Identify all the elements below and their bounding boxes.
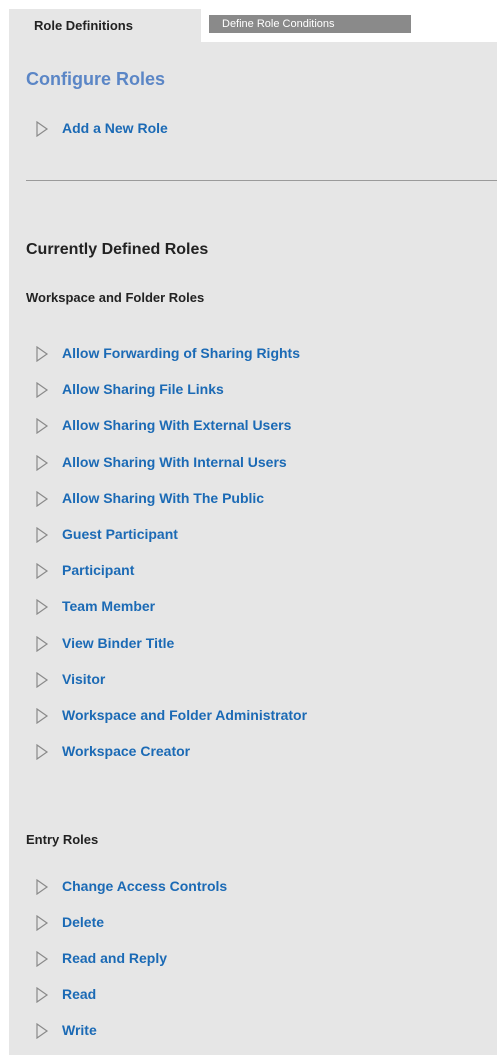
workspace-role-label: Allow Sharing With The Public: [62, 489, 265, 506]
expand-triangle-icon: [36, 563, 49, 580]
entry-role-label: Delete: [62, 914, 105, 930]
roles-panel: Configure Roles Add a New Role Currently…: [9, 42, 497, 1055]
entry-roles-heading: Entry Roles: [26, 832, 99, 847]
expand-triangle-icon: [36, 382, 49, 399]
workspace-role-label: Allow Sharing With External Users: [62, 417, 292, 434]
expand-triangle-icon: [36, 599, 49, 616]
expand-triangle-icon: [36, 987, 49, 1003]
workspace-role-label: Team Member: [62, 598, 156, 615]
divider: [26, 180, 497, 181]
workspace-role-label: View Binder Title: [62, 634, 175, 651]
expand-triangle-icon: [36, 635, 49, 652]
entry-role-label: Write: [62, 1022, 97, 1038]
workspace-role-label: Guest Participant: [62, 526, 178, 542]
tab-define-role-conditions[interactable]: Define Role Conditions: [209, 15, 411, 33]
expand-triangle-icon: [36, 121, 49, 137]
expand-triangle-icon: [36, 879, 49, 895]
expand-triangle-icon: [36, 951, 49, 967]
expand-triangle-icon: [36, 744, 49, 761]
workspace-folder-roles-heading: Workspace and Folder Roles: [26, 290, 205, 305]
expand-triangle-icon: [36, 671, 49, 688]
workspace-role-label: Workspace and Folder Administrator: [62, 707, 308, 723]
configure-roles-title: Configure Roles: [26, 69, 166, 89]
workspace-role-label: Visitor: [62, 670, 106, 687]
tab-role-definitions[interactable]: Role Definitions: [9, 9, 201, 42]
workspace-role-label: Allow Sharing File Links: [62, 381, 224, 398]
workspace-role-label: Allow Forwarding of Sharing Rights: [62, 345, 300, 361]
entry-role-label: Read: [62, 986, 97, 1002]
entry-role-label: Read and Reply: [62, 950, 168, 966]
expand-triangle-icon: [36, 346, 49, 362]
expand-triangle-icon: [36, 527, 49, 543]
entry-role-label: Change Access Controls: [62, 878, 228, 894]
expand-triangle-icon: [36, 418, 49, 435]
workspace-role-label: Workspace Creator: [62, 743, 191, 760]
workspace-role-label: Allow Sharing With Internal Users: [62, 453, 287, 470]
expand-triangle-icon: [36, 1023, 49, 1039]
tab-bar: Role Definitions Define Role Conditions: [9, 9, 497, 42]
currently-defined-roles-heading: Currently Defined Roles: [26, 241, 209, 258]
expand-triangle-icon: [36, 708, 49, 724]
expand-triangle-icon: [36, 490, 49, 507]
expand-triangle-icon: [36, 454, 49, 471]
add-new-role-label: Add a New Role: [62, 120, 168, 136]
expand-triangle-icon: [36, 915, 49, 931]
workspace-role-label: Participant: [62, 562, 135, 579]
